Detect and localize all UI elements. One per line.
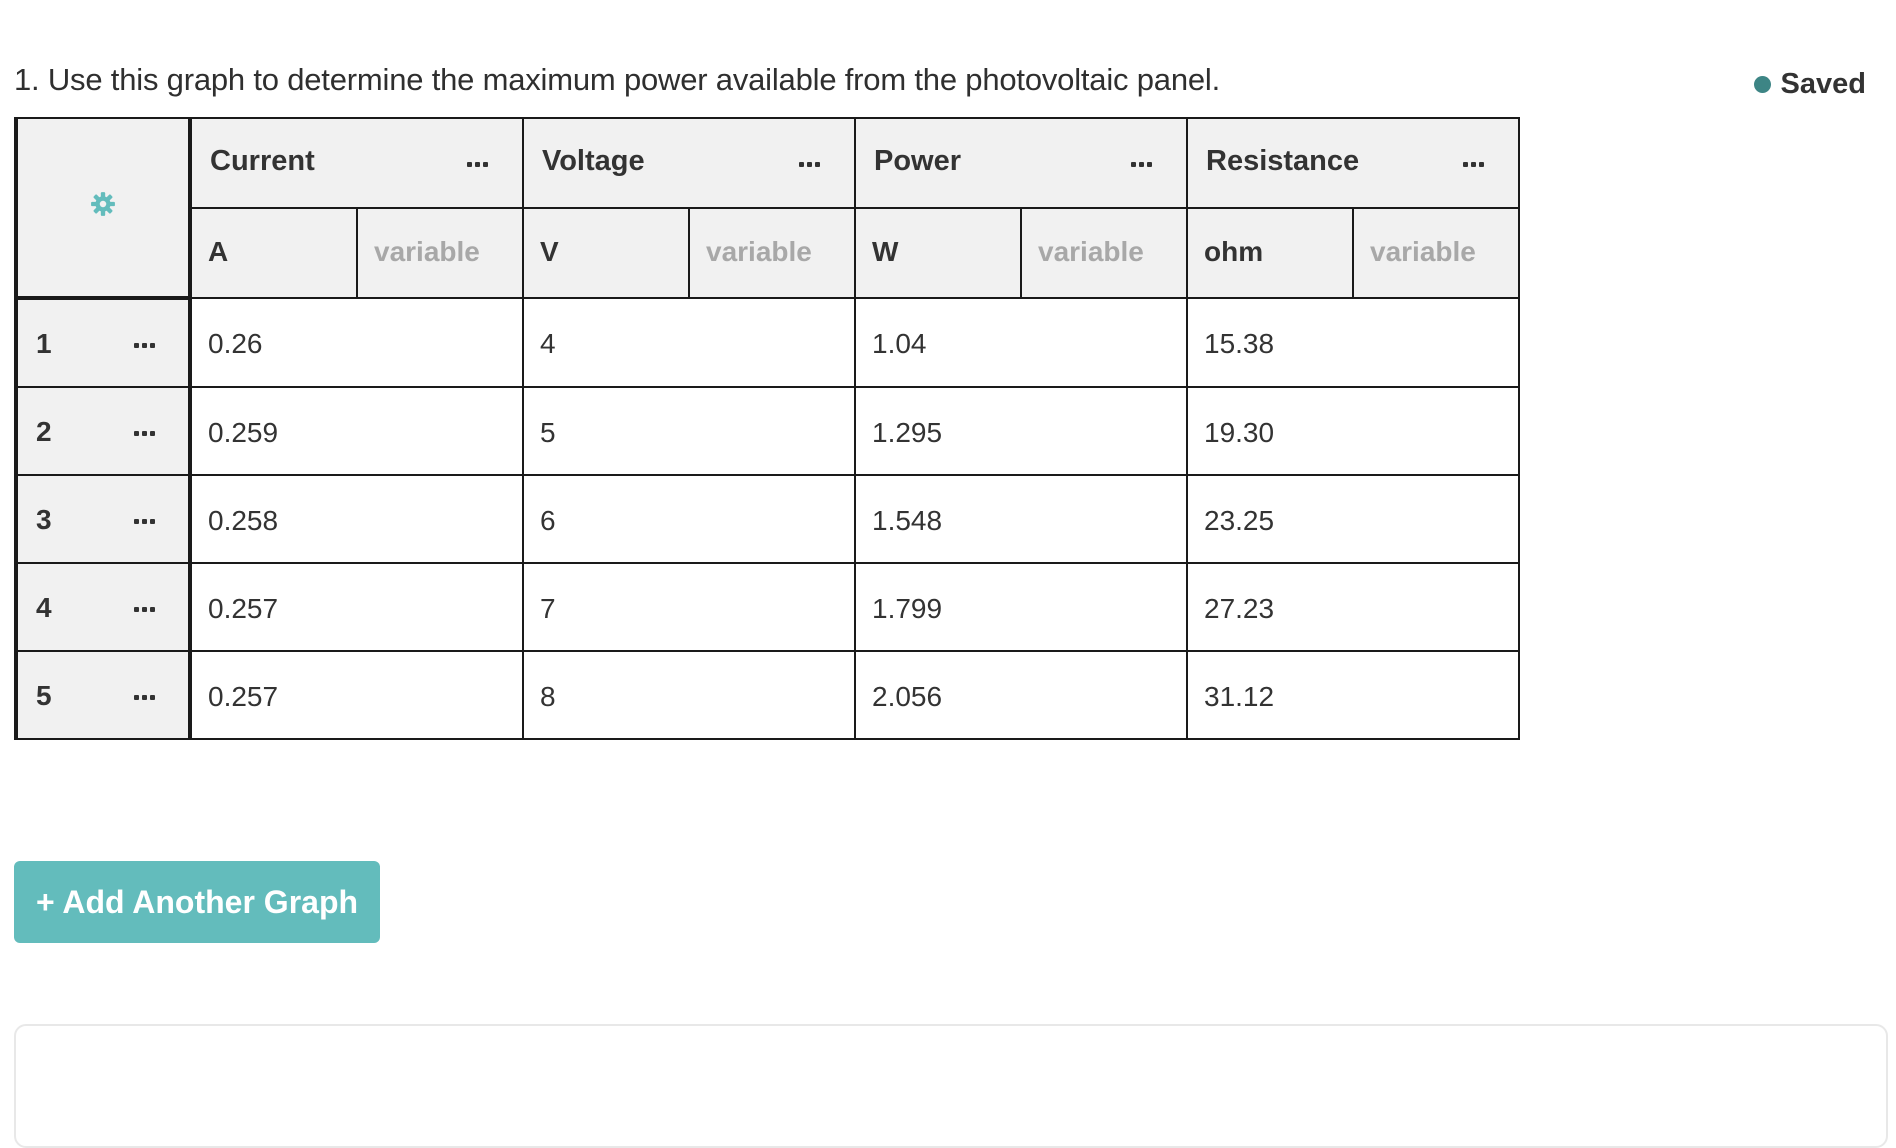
row-number: 5 xyxy=(36,680,52,711)
question-text: 1. Use this graph to determine the maxim… xyxy=(14,62,1221,97)
unit-input-voltage[interactable]: V xyxy=(522,207,690,299)
gear-icon[interactable] xyxy=(90,191,116,217)
row-number: 2 xyxy=(36,416,52,447)
variable-input-voltage[interactable]: variable xyxy=(688,207,856,299)
variable-input-resistance[interactable]: variable xyxy=(1352,207,1520,299)
column-menu-icon[interactable] xyxy=(799,162,820,167)
row-menu-icon[interactable] xyxy=(134,695,155,700)
row-menu-icon[interactable] xyxy=(134,343,155,348)
column-menu-icon[interactable] xyxy=(467,162,488,167)
saved-status: Saved xyxy=(1753,68,1866,101)
row-menu-icon[interactable] xyxy=(134,431,155,436)
cell-power[interactable]: 1.799 xyxy=(854,562,1188,652)
add-another-graph-button[interactable]: + Add Another Graph xyxy=(14,861,380,943)
cell-power[interactable]: 1.295 xyxy=(854,386,1188,476)
column-name: Voltage xyxy=(542,145,645,177)
saved-label: Saved xyxy=(1780,68,1866,100)
column-name: Current xyxy=(210,145,315,177)
unit-input-power[interactable]: W xyxy=(854,207,1022,299)
cell-voltage[interactable]: 4 xyxy=(522,297,856,388)
data-table: Current Voltage Power Resistance A varia… xyxy=(14,117,1520,740)
column-name: Resistance xyxy=(1206,145,1360,177)
row-header: 4 xyxy=(14,562,192,652)
cell-power[interactable]: 1.04 xyxy=(854,297,1188,388)
row-menu-icon[interactable] xyxy=(134,607,155,612)
table-row: 4 0.257 7 1.799 27.23 xyxy=(14,562,1520,652)
column-header-power[interactable]: Power xyxy=(854,117,1188,209)
variable-input-current[interactable]: variable xyxy=(356,207,524,299)
cell-resistance[interactable]: 19.30 xyxy=(1186,386,1520,476)
row-header: 1 xyxy=(14,297,192,388)
cell-resistance[interactable]: 31.12 xyxy=(1186,650,1520,740)
column-header-current[interactable]: Current xyxy=(189,117,524,209)
cell-current[interactable]: 0.259 xyxy=(189,386,524,476)
unit-input-resistance[interactable]: ohm xyxy=(1186,207,1354,299)
row-header: 3 xyxy=(14,474,192,564)
cell-current[interactable]: 0.258 xyxy=(189,474,524,564)
cell-voltage[interactable]: 7 xyxy=(522,562,856,652)
row-menu-icon[interactable] xyxy=(134,519,155,524)
column-header-voltage[interactable]: Voltage xyxy=(522,117,856,209)
graph-panel xyxy=(14,1024,1888,1148)
table-row: 2 0.259 5 1.295 19.30 xyxy=(14,386,1520,476)
cell-power[interactable]: 2.056 xyxy=(854,650,1188,740)
column-menu-icon[interactable] xyxy=(1463,162,1484,167)
cell-current[interactable]: 0.257 xyxy=(189,562,524,652)
cell-voltage[interactable]: 8 xyxy=(522,650,856,740)
table-row: 1 0.26 4 1.04 15.38 xyxy=(14,297,1520,388)
table-settings-cell xyxy=(14,117,192,300)
cell-voltage[interactable]: 6 xyxy=(522,474,856,564)
row-number: 1 xyxy=(36,328,52,359)
cell-voltage[interactable]: 5 xyxy=(522,386,856,476)
cell-resistance[interactable]: 23.25 xyxy=(1186,474,1520,564)
row-number: 4 xyxy=(36,592,52,623)
variable-input-power[interactable]: variable xyxy=(1020,207,1188,299)
row-number: 3 xyxy=(36,504,52,535)
cell-power[interactable]: 1.548 xyxy=(854,474,1188,564)
column-header-resistance[interactable]: Resistance xyxy=(1186,117,1520,209)
table-row: 3 0.258 6 1.548 23.25 xyxy=(14,474,1520,564)
row-header: 5 xyxy=(14,650,192,740)
status-dot-icon xyxy=(1753,76,1771,93)
column-menu-icon[interactable] xyxy=(1131,162,1152,167)
unit-input-current[interactable]: A xyxy=(189,207,358,299)
table-row: 5 0.257 8 2.056 31.12 xyxy=(14,650,1520,740)
row-header: 2 xyxy=(14,386,192,476)
cell-current[interactable]: 0.26 xyxy=(189,297,524,388)
cell-resistance[interactable]: 27.23 xyxy=(1186,562,1520,652)
cell-resistance[interactable]: 15.38 xyxy=(1186,297,1520,388)
column-name: Power xyxy=(874,145,962,177)
cell-current[interactable]: 0.257 xyxy=(189,650,524,740)
